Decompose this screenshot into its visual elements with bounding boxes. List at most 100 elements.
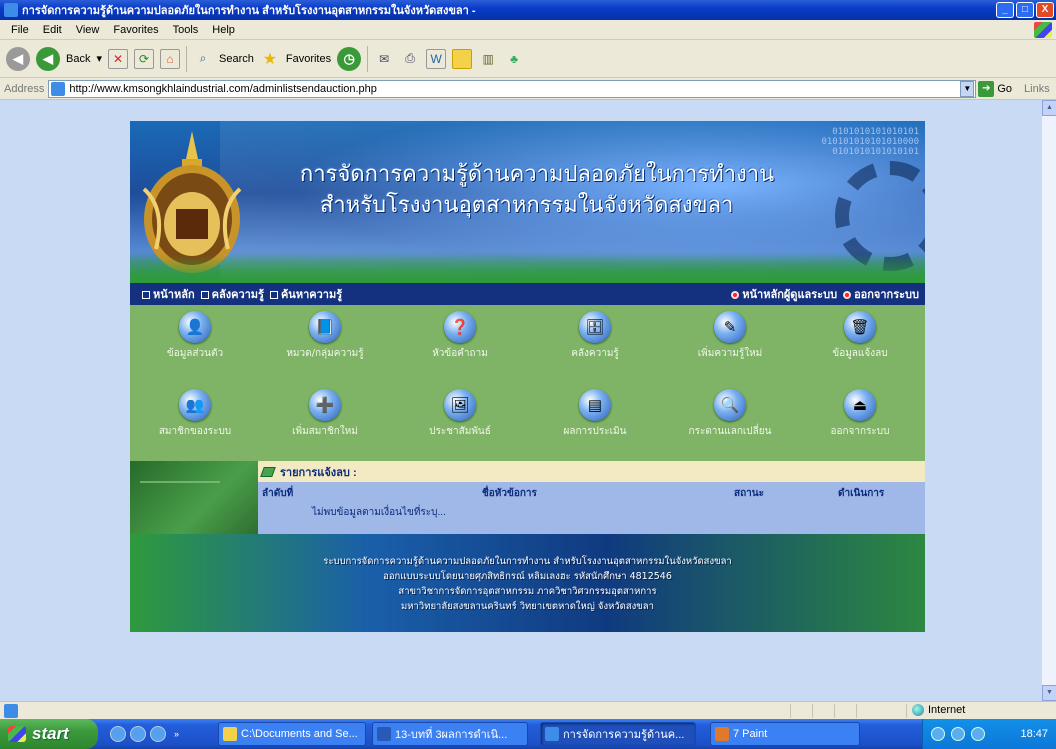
announce-icon: 🖼 [444,389,476,421]
ie-quicklaunch-icon[interactable] [110,726,126,742]
nav-home[interactable]: หน้าหลัก [142,285,195,303]
col-number: ลำดับที่ [262,488,294,499]
ie-quicklaunch-icon[interactable] [130,726,146,742]
report-table-header: ลำดับที่ ชื่อหัวข้อการ สถานะ ดำเนินการ [258,482,925,500]
menu-add-member[interactable]: ➕ เพิ่มสมาชิกใหม่ [260,383,390,458]
ie-quicklaunch-icon[interactable] [150,726,166,742]
windows-flag-icon [8,726,26,742]
back-button[interactable]: ◀ [36,46,60,71]
search-icon[interactable]: ⌕ [193,49,213,69]
toolbar: ◀ ◀ Back ▾ ✕ ⟳ ⌂ ⌕ Search ★ Favorites ◷ … [0,40,1056,78]
edit-word-icon[interactable]: W [426,48,447,69]
back-arrow-icon[interactable]: ◀ [6,46,30,71]
evaluation-icon: ▤ [579,389,611,421]
go-arrow-icon: ➔ [978,80,995,97]
address-bar: Address http://www.kmsongkhlaindustrial.… [0,78,1056,100]
menu-logout[interactable]: ⏏ ออกจากระบบ [795,383,925,458]
vertical-scrollbar[interactable]: ▲ ▼ [1041,100,1056,701]
stop-icon[interactable]: ✕ [108,48,128,69]
col-title: ชื่อหัวข้อการ [482,488,537,499]
menu-delete-reports[interactable]: 🗑 ข้อมูลแจ้งลบ [795,305,925,380]
network-icon[interactable] [971,727,985,741]
doc-icon [269,291,278,300]
nav-logout[interactable]: ออกจากระบบ [843,285,919,303]
taskbar-item-explorer[interactable]: C:\Documents and Se... [218,722,366,746]
taskbar-item-word[interactable]: 13-บทที่ 3ผลการดำเนิ... [372,722,528,746]
go-label: Go [997,82,1013,95]
nav-search-knowledge[interactable]: ค้นหาความรู้ [269,285,342,303]
folder-icon[interactable] [452,48,473,69]
mail-icon[interactable]: ✉ [374,49,394,69]
address-url[interactable]: http://www.kmsongkhlaindustrial.com/admi… [69,83,377,95]
menu-view[interactable]: View [69,24,107,36]
members-icon: 👥 [179,389,211,421]
maximize-button[interactable]: □ [1016,2,1034,18]
research-icon[interactable]: ▥ [478,49,498,69]
scroll-down-icon[interactable]: ▼ [1042,685,1056,701]
favorites-star-icon[interactable]: ★ [260,49,280,69]
volume-icon[interactable] [951,727,965,741]
menu-profile[interactable]: 👤 ข้อมูลส่วนตัว [130,305,260,380]
print-icon[interactable]: ⎙ [400,49,420,69]
footer-line3: สาขาวิชาการจัดการอุตสาหกรรม ภาควิชาวิศวก… [398,586,657,597]
menu-members[interactable]: 👥 สมาชิกของระบบ [130,383,260,458]
minimize-button[interactable]: _ [996,2,1014,18]
taskbar: start » C:\Documents and Se... 13-บทที่ … [0,719,1056,749]
start-button[interactable]: start [0,719,98,749]
address-input[interactable]: http://www.kmsongkhlaindustrial.com/admi… [48,79,977,98]
tray-arrow-icon[interactable] [931,727,945,741]
menu-evaluation[interactable]: ▤ ผลการประเมิน [530,383,660,458]
menu-categories[interactable]: 📘 หมวด/กลุ่มความรู้ [260,305,390,380]
window-title: การจัดการความรู้ด้านความปลอดภัยในการทำงา… [22,5,476,17]
taskbar-item-browser[interactable]: การจัดการความรู้ด้านค... [540,722,696,746]
footer-line4: มหาวิทยาลัยสงขลานครินทร์ วิทยาเขตหาดใหญ่… [401,601,654,612]
menu-help[interactable]: Help [205,24,242,36]
history-icon[interactable]: ◷ [337,46,362,71]
address-dropdown-icon[interactable]: ▼ [960,80,975,97]
menu-knowledge-bank[interactable]: 🗄 คลังความรู้ [530,305,660,380]
menu-file[interactable]: File [4,24,36,36]
add-member-icon: ➕ [309,389,341,421]
favorites-button[interactable]: Favorites [286,53,331,65]
menu-favorites[interactable]: Favorites [106,24,165,36]
menu-announcements[interactable]: 🖼 ประชาสัมพันธ์ [395,383,525,458]
database-icon: 🗄 [579,311,611,343]
menu-tools[interactable]: Tools [166,24,206,36]
system-tray: 18:47 [922,719,1056,749]
menu-exchange-board[interactable]: 🔍 กระดานแลกเปลี่ยน [665,383,795,458]
site-navbar: หน้าหลัก คลังความรู้ ค้นหาความรู้ หน้าหล… [130,283,925,305]
toolbar-divider [367,45,369,72]
home-icon[interactable]: ⌂ [160,48,180,69]
messenger-icon[interactable]: ♣ [504,49,524,69]
banner-title-line2: สำหรับโรงงานอุตสาหกรรมในจังหวัดสงขลา [320,193,734,218]
screen: การจัดการความรู้ด้านความปลอดภัยในการทำงา… [0,0,1056,749]
links-button[interactable]: Links [1024,83,1050,95]
chevron-icon[interactable]: » [174,729,179,739]
menu-edit[interactable]: Edit [36,24,69,36]
windows-logo-icon [1034,22,1052,38]
back-dropdown-icon[interactable]: ▾ [96,52,102,65]
bullet-icon [731,291,740,300]
report-title: รายการแจ้งลบ : [280,466,357,479]
toolbar-divider [186,45,187,72]
nav-knowledge-bank[interactable]: คลังความรู้ [200,285,264,303]
back-label[interactable]: Back [66,53,90,65]
menu-questions[interactable]: ❓ หัวข้อคำถาม [395,305,525,380]
taskbar-item-paint[interactable]: 7 Paint [710,722,860,746]
paint-icon [715,727,729,741]
page-viewport: 0101010101010101 010101010101010000 0101… [0,100,1041,701]
address-label: Address [4,82,45,95]
go-button[interactable]: ➔ Go [978,80,1013,97]
refresh-icon[interactable]: ⟳ [134,48,154,69]
search-button[interactable]: Search [219,53,254,65]
menu-add-knowledge[interactable]: ✎ เพิ่มความรู้ใหม่ [665,305,795,380]
close-button[interactable]: X [1036,2,1054,18]
scroll-up-icon[interactable]: ▲ [1042,100,1056,116]
admin-icon-panel: 👤 ข้อมูลส่วนตัว 📘 หมวด/กลุ่มความรู้ ❓ หั… [130,305,925,461]
banner-title-line1: การจัดการความรู้ด้านความปลอดภัยในการทำงา… [300,162,775,187]
globe-icon [912,704,924,716]
user-icon: 👤 [179,311,211,343]
website: 0101010101010101 010101010101010000 0101… [130,121,925,701]
ie-icon [4,3,18,17]
nav-admin-home[interactable]: หน้าหลักผู้ดูแลระบบ [731,285,837,303]
